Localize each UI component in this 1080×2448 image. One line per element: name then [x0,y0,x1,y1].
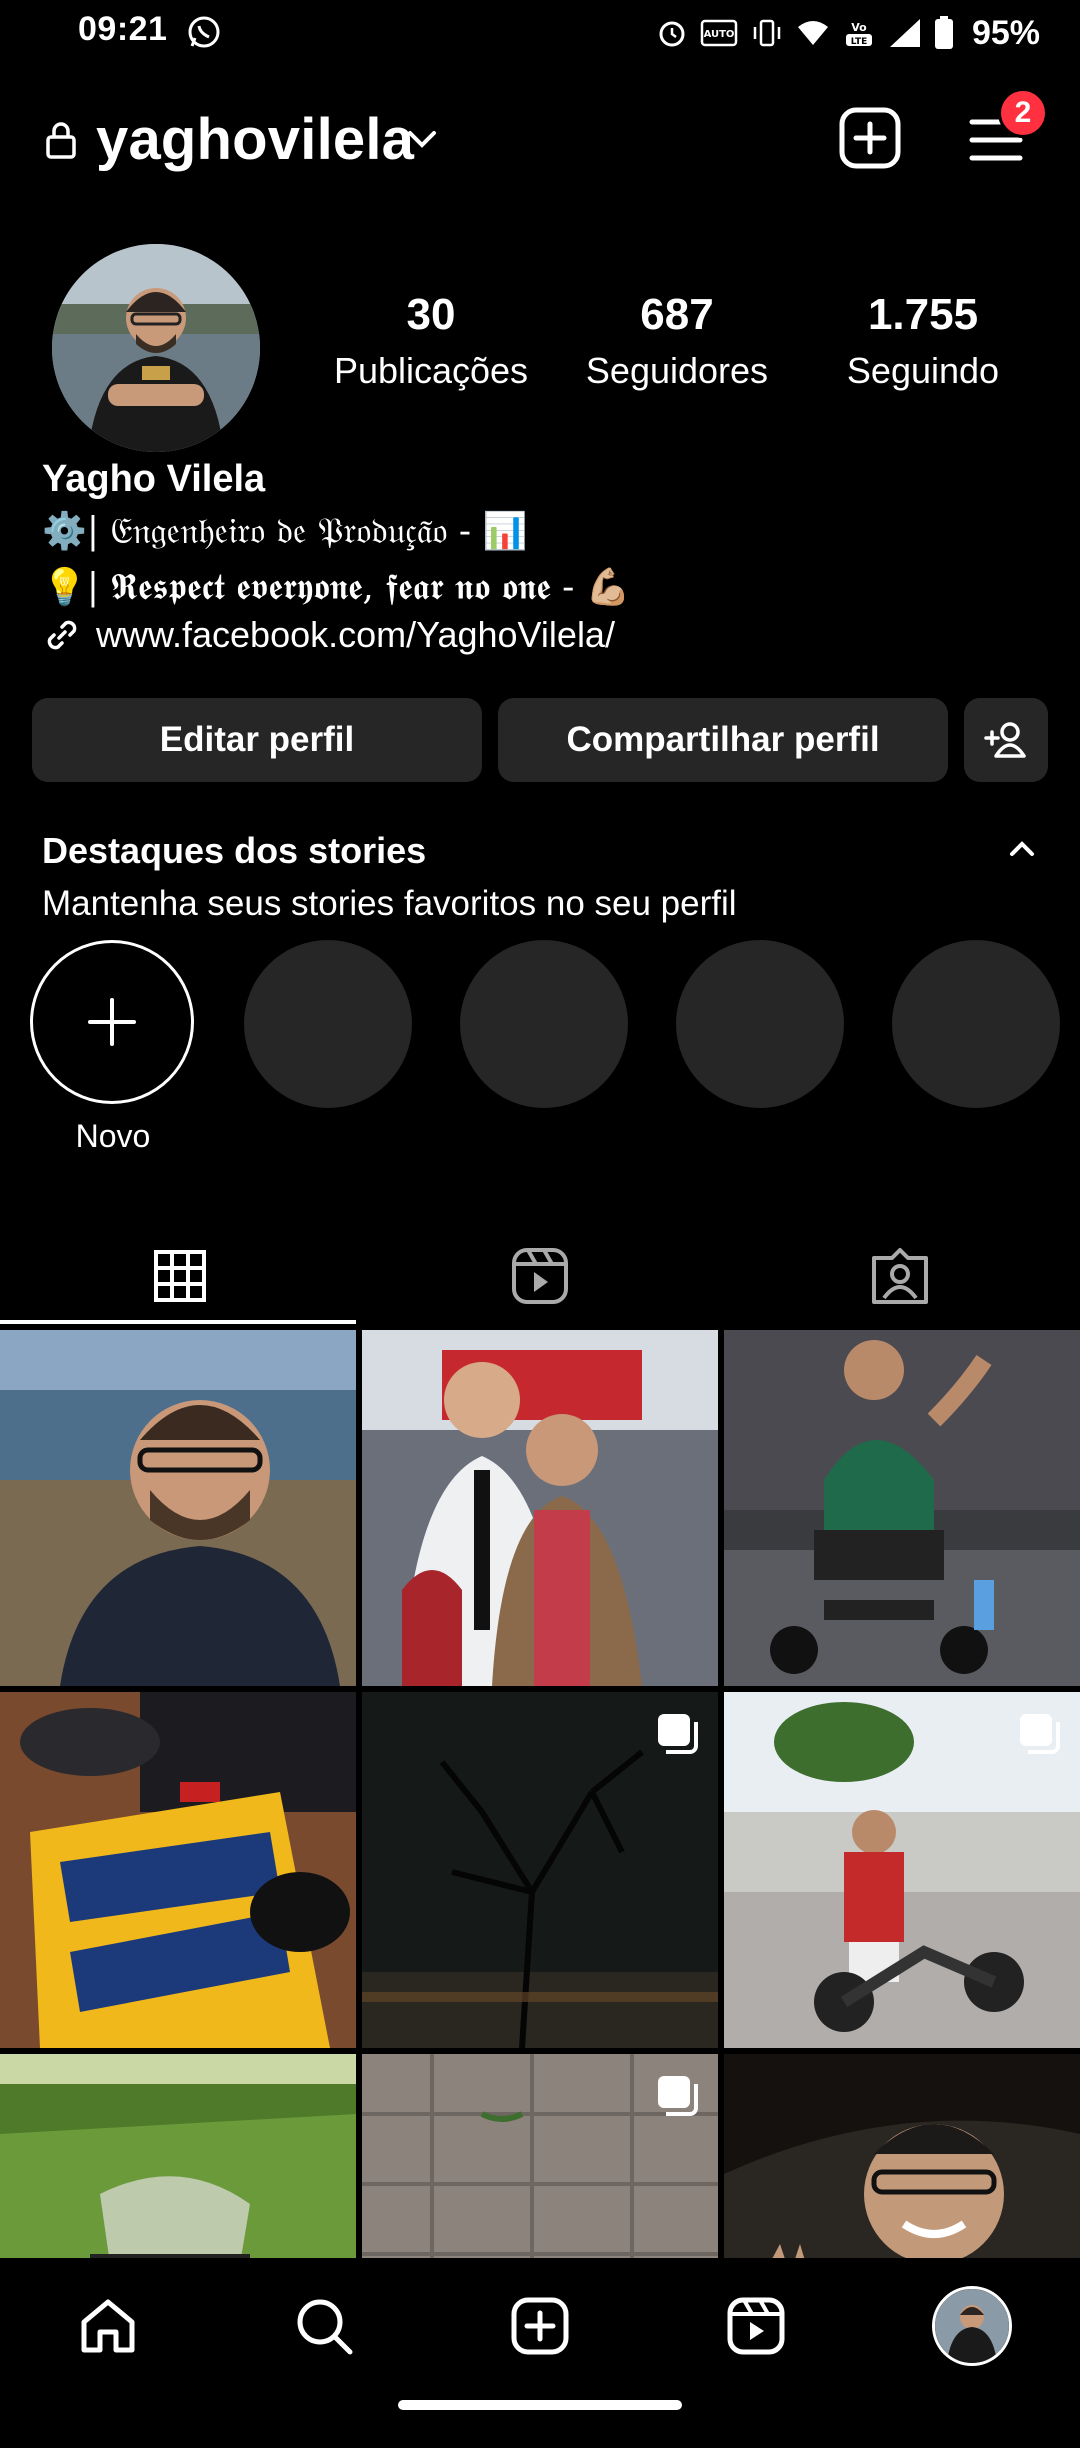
highlight-placeholder [460,940,628,1108]
profile-name: Yagho Vilela [42,458,266,500]
post-thumbnail[interactable] [724,1692,1080,2048]
edit-profile-button[interactable]: Editar perfil [32,698,482,782]
tab-posts-grid[interactable] [0,1228,360,1324]
avatar-photo [935,2289,1009,2363]
post-thumbnail[interactable] [362,1692,718,2048]
vibrate-icon [753,19,781,47]
plus-icon [88,998,136,1046]
bottom-navigation [0,2258,1080,2448]
post-two-men-hall [362,1330,718,1686]
new-highlight-button[interactable] [30,940,194,1104]
reels-icon [727,2297,785,2355]
svg-text:LTE: LTE [851,37,868,47]
volte-icon: Vo LTE [845,21,872,47]
post-selfie-river [0,1330,356,1686]
home-icon [81,2299,135,2353]
profile-header: yaghovilela 2 [0,88,1080,188]
status-bar: 09:21 AUTO Vo LTE 95% [0,0,1080,64]
whatsapp-icon [188,16,220,48]
signal-icon [889,19,920,47]
lock-icon [46,122,76,159]
post-book-desk [0,1692,356,2048]
post-thumbnail[interactable] [0,1692,356,2048]
wifi-icon [797,21,828,45]
auto-hd-icon: AUTO [700,19,738,47]
bio-link[interactable]: www.facebook.com/YaghoVilela/ [42,614,615,656]
discover-people-button[interactable] [964,698,1048,782]
multiple-photos-icon [1020,1714,1060,1754]
nav-reels[interactable] [716,2286,796,2366]
tagged-icon [872,1248,928,1304]
active-tab-indicator [0,1320,356,1324]
nav-search[interactable] [284,2286,364,2366]
new-post-button[interactable] [838,106,902,170]
chevron-down-icon[interactable] [402,124,442,154]
new-highlight-label: Novo [75,1118,151,1154]
stat-following-value: 1.755 [867,290,979,339]
link-icon [47,620,77,650]
svg-text:AUTO: AUTO [704,29,735,40]
post-thumbnail[interactable] [362,1330,718,1686]
nav-create[interactable] [500,2286,580,2366]
profile-avatar [932,2286,1012,2366]
stat-posts[interactable]: 30 Publicações [316,290,546,392]
bio-link-text: www.facebook.com/YaghoVilela/ [96,614,615,655]
profile-avatar[interactable] [52,244,260,452]
multiple-photos-icon [658,2076,698,2116]
post-thumbnail[interactable] [0,1330,356,1686]
share-profile-button[interactable]: Compartilhar perfil [498,698,948,782]
status-time: 09:21 [78,10,168,48]
stat-posts-label: Publicações [333,350,529,391]
stat-followers-label: Seguidores [585,350,769,391]
username-switcher[interactable]: yaghovilela [96,106,414,173]
status-icons: AUTO Vo LTE 95% [656,8,1040,58]
stat-following-label: Seguindo [846,350,1000,391]
tab-reels[interactable] [360,1228,720,1324]
svg-text:Vo: Vo [851,21,867,34]
highlight-placeholder [244,940,412,1108]
notification-badge: 2 [998,88,1048,138]
nav-home[interactable] [68,2286,148,2366]
chevron-up-icon[interactable] [1004,836,1040,862]
alarm-icon [659,21,685,47]
bio-line-1: ⚙️| 𝔈𝔫𝔤𝔢𝔫𝔥𝔢𝔦𝔯𝔬 𝔡𝔢 𝔓𝔯𝔬𝔡𝔲𝔠̧𝔞̃𝔬 - 📊 [42,511,528,552]
search-icon [297,2299,353,2355]
avatar-photo [52,244,260,452]
home-indicator [398,2400,682,2410]
create-icon [511,2297,569,2355]
nav-profile[interactable] [930,2284,1014,2368]
highlight-placeholder [892,940,1060,1108]
highlight-placeholder [676,940,844,1108]
tab-tagged[interactable] [720,1228,1080,1324]
stat-following[interactable]: 1.755 Seguindo [808,290,1038,392]
highlights-subtitle: Mantenha seus stories favoritos no seu p… [42,884,737,923]
battery-icon [934,16,953,49]
grid-icon [154,1250,206,1302]
stat-followers-value: 687 [640,290,714,339]
multiple-photos-icon [658,1714,698,1754]
stat-posts-value: 30 [406,290,456,339]
add-person-icon [984,722,1026,758]
highlights-title: Destaques dos stories [42,830,427,871]
post-gym-bike [724,1330,1080,1686]
reels-icon [512,1248,568,1304]
post-thumbnail[interactable] [724,1330,1080,1686]
stat-followers[interactable]: 687 Seguidores [562,290,792,392]
battery-percent: 95% [971,13,1040,52]
bio-line-2: 💡| 𝕽𝖊𝖘𝖕𝖊𝖈𝖙 𝖊𝖛𝖊𝖗𝖞𝖔𝖓𝖊, 𝖋𝖊𝖆𝖗 𝖓𝖔 𝖔𝖓𝖊 - 💪🏼 [42,567,631,608]
